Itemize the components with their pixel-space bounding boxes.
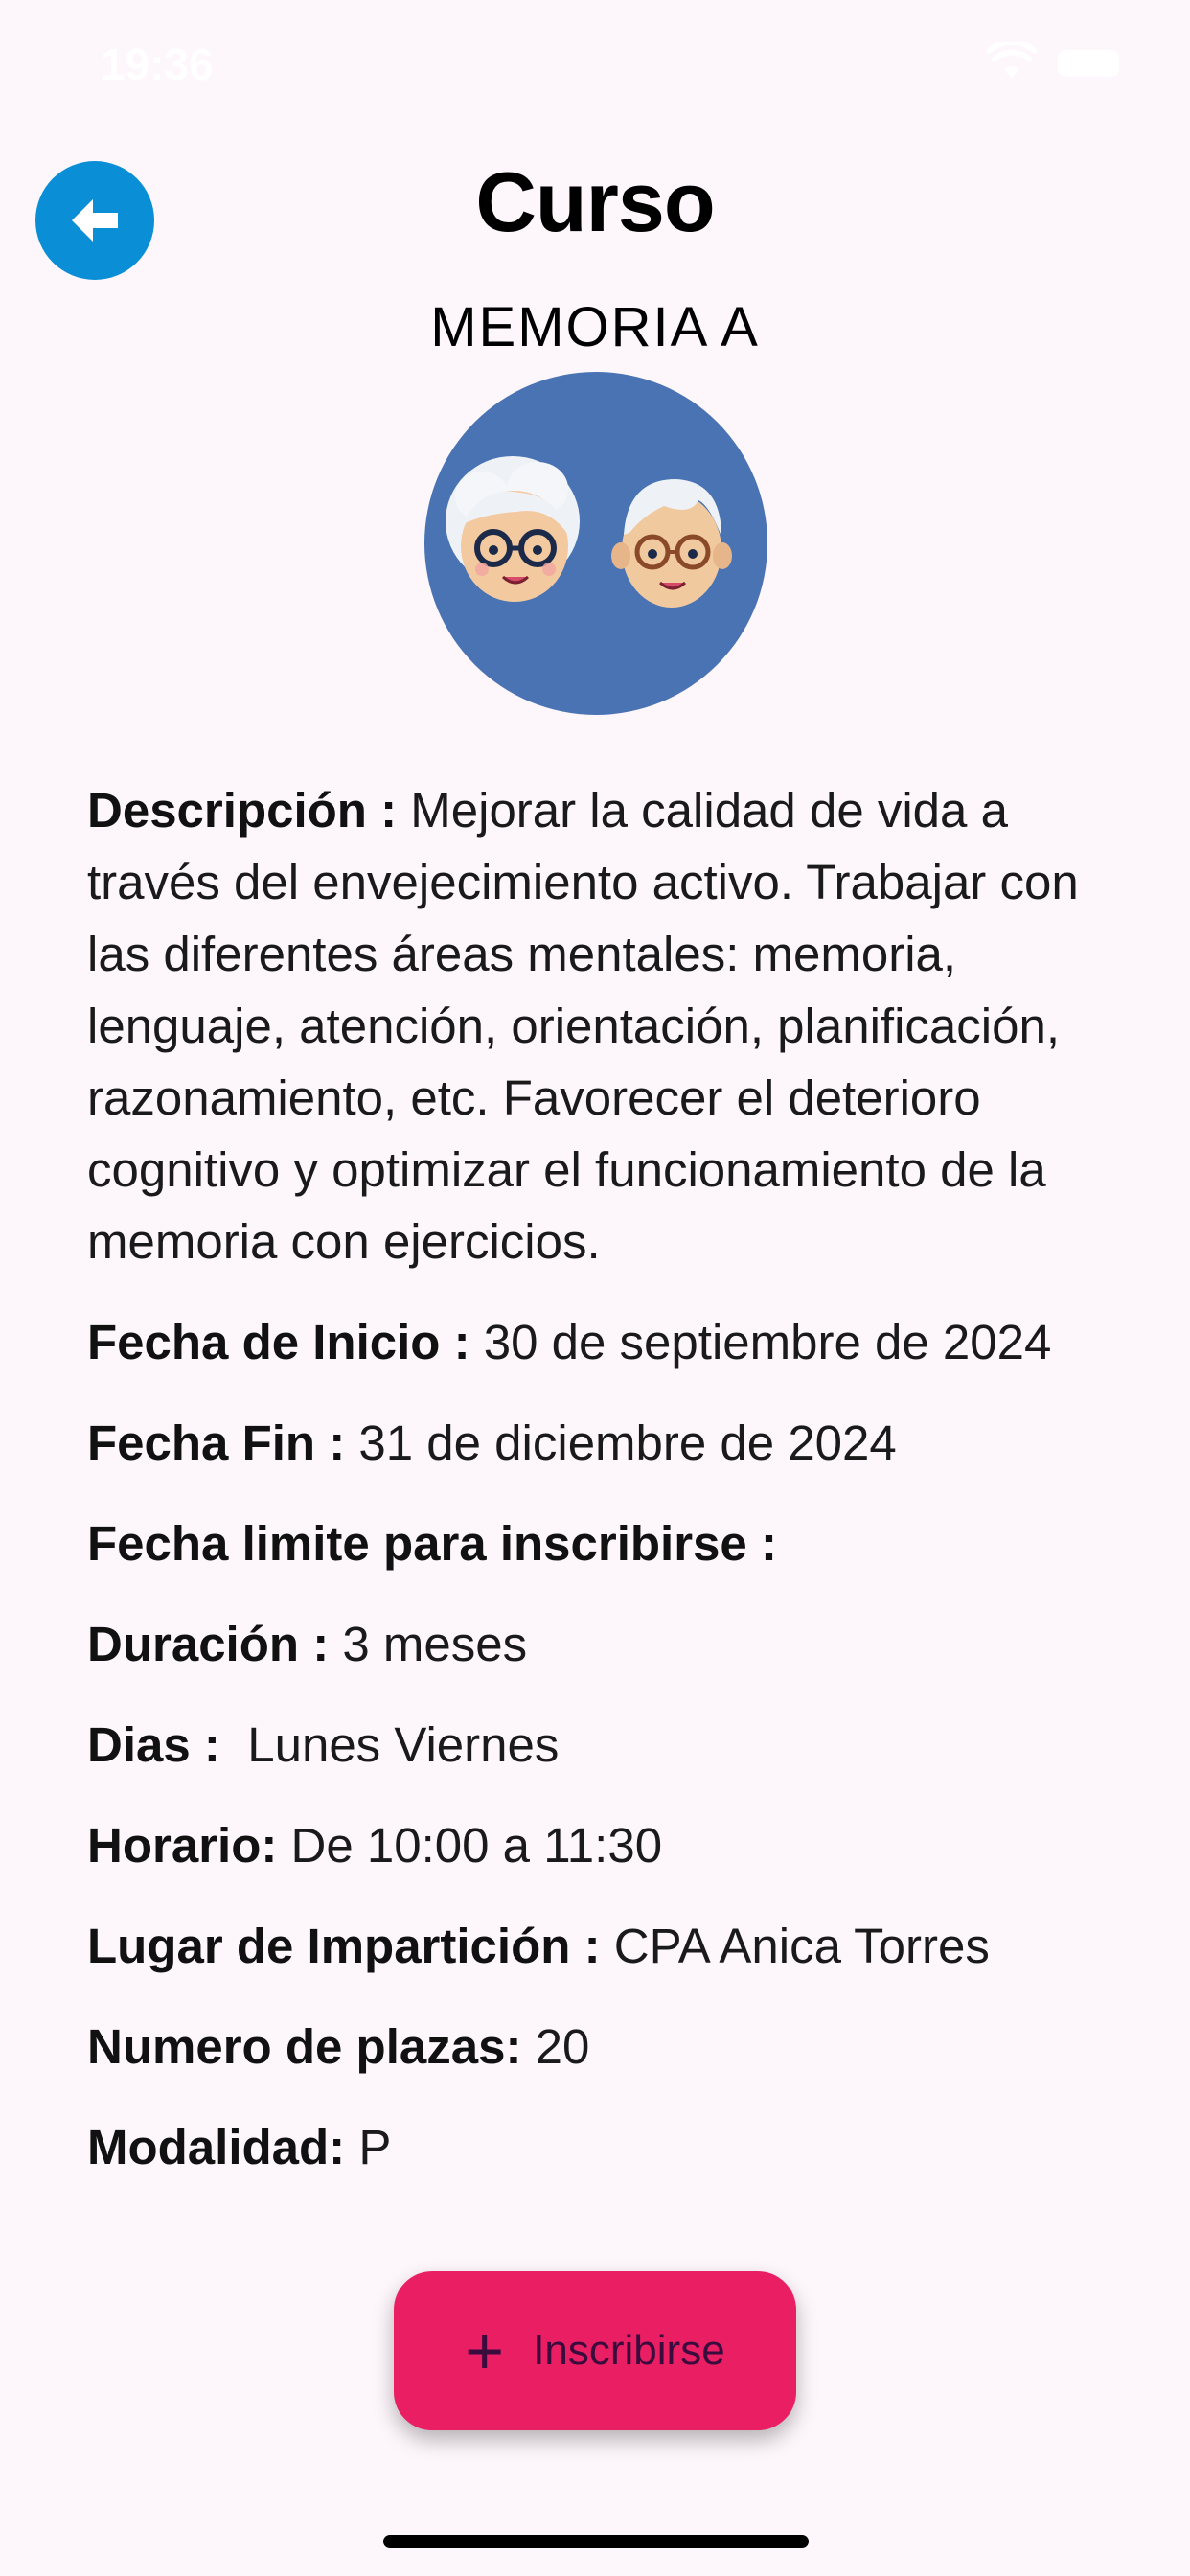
modalidad-value: P xyxy=(345,2120,392,2174)
plazas-value: 20 xyxy=(521,2019,590,2074)
horario-label: Horario: xyxy=(87,1818,278,1873)
inscribirse-button[interactable]: + Inscribirse xyxy=(394,2271,796,2430)
detail-plazas: Numero de plazas: 20 xyxy=(87,2011,1122,2082)
fecha-inicio-value: 30 de septiembre de 2024 xyxy=(469,1315,1052,1369)
course-avatar xyxy=(424,372,767,715)
home-indicator[interactable] xyxy=(383,2535,809,2548)
course-name: MEMORIA A xyxy=(430,296,760,358)
detail-fecha-limite: Fecha limite para inscribirse : xyxy=(87,1507,1122,1579)
detail-modalidad: Modalidad: P xyxy=(87,2111,1122,2183)
status-bar: 19:36 xyxy=(0,0,1190,125)
descripcion-label: Descripción : xyxy=(87,783,398,838)
lugar-label: Lugar de Impartición : xyxy=(87,1919,601,1973)
status-time: 19:36 xyxy=(101,39,214,89)
modalidad-label: Modalidad: xyxy=(87,2120,346,2174)
fecha-fin-value: 31 de diciembre de 2024 xyxy=(345,1415,897,1470)
duracion-label: Duración : xyxy=(87,1617,330,1671)
detail-horario: Horario: De 10:00 a 11:30 xyxy=(87,1809,1122,1881)
plazas-label: Numero de plazas: xyxy=(87,2019,522,2074)
detail-fecha-inicio: Fecha de Inicio : 30 de septiembre de 20… xyxy=(87,1306,1122,1378)
dias-label: Dias : xyxy=(87,1717,220,1772)
fecha-inicio-label: Fecha de Inicio : xyxy=(87,1315,470,1369)
battery-icon xyxy=(1058,50,1119,77)
detail-descripcion: Descripción : Mejorar la calidad de vida… xyxy=(87,774,1122,1277)
dias-value: Lunes Viernes xyxy=(219,1717,560,1772)
detail-lugar: Lugar de Impartición : CPA Anica Torres xyxy=(87,1910,1122,1982)
elderly-couple-icon xyxy=(446,456,732,608)
page-title: Curso xyxy=(475,154,715,249)
wifi-icon xyxy=(987,42,1037,79)
horario-value: De 10:00 a 11:30 xyxy=(277,1818,663,1873)
duracion-value: 3 meses xyxy=(329,1617,528,1671)
lugar-value: CPA Anica Torres xyxy=(600,1919,990,1973)
descripcion-value: Mejorar la calidad de vida a través del … xyxy=(87,783,1079,1269)
fecha-fin-label: Fecha Fin : xyxy=(87,1415,346,1470)
detail-duracion: Duración : 3 meses xyxy=(87,1608,1122,1680)
course-details: Descripción : Mejorar la calidad de vida… xyxy=(87,774,1122,2212)
detail-fecha-fin: Fecha Fin : 31 de diciembre de 2024 xyxy=(87,1407,1122,1479)
detail-dias: Dias : Lunes Viernes xyxy=(87,1709,1122,1781)
fecha-limite-label: Fecha limite para inscribirse : xyxy=(87,1516,777,1571)
inscribirse-label: Inscribirse xyxy=(533,2327,725,2374)
plus-icon: + xyxy=(465,2313,505,2388)
